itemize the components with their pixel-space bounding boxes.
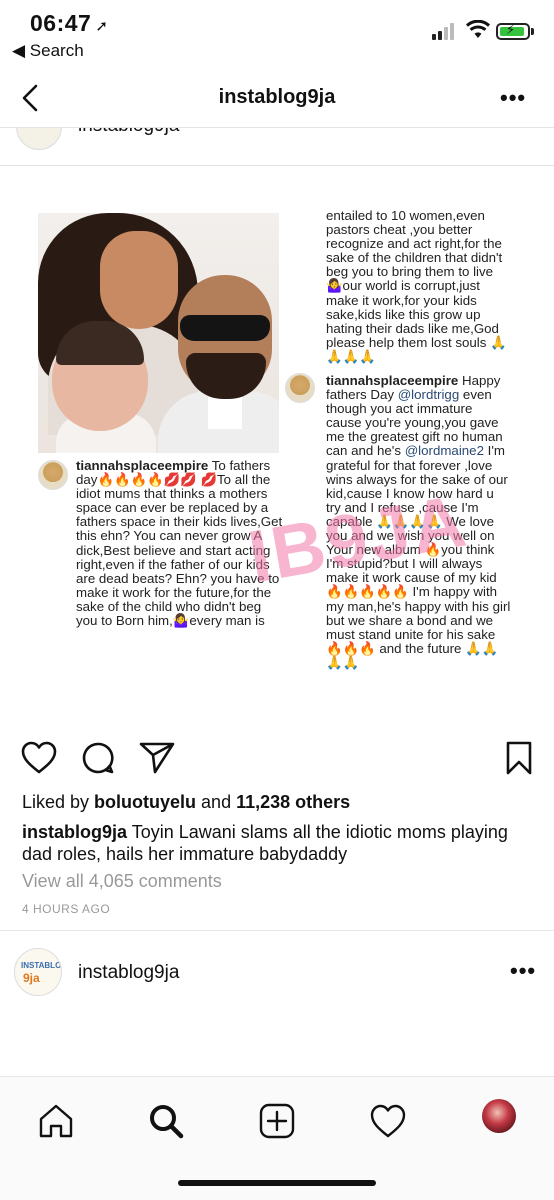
wifi-icon — [466, 20, 490, 38]
page-title: instablog9ja — [218, 86, 336, 108]
heart-icon[interactable] — [20, 740, 58, 776]
commenter-avatar — [285, 373, 315, 403]
likes-summary[interactable]: Liked by boluotuyelu and 11,238 others — [22, 792, 350, 813]
divider — [0, 930, 554, 931]
navigation-bar: instablog9ja ••• — [0, 70, 554, 128]
avatar[interactable] — [16, 128, 62, 150]
next-post-header: INSTABLOG 9ja instablog9ja ••• — [0, 948, 554, 1002]
signal-icon — [432, 22, 458, 40]
comment-icon[interactable] — [80, 740, 116, 776]
activity-heart-icon[interactable] — [368, 1101, 408, 1141]
post-username[interactable]: instablog9ja — [78, 128, 179, 137]
send-icon[interactable] — [138, 740, 176, 776]
post-image[interactable]: tiannahsplaceempire To fathers day🔥🔥🔥🔥💋💋… — [0, 166, 554, 716]
caption-username[interactable]: instablog9ja — [22, 822, 127, 842]
back-to-search-link[interactable]: ◀ Search — [12, 41, 84, 61]
home-icon[interactable] — [36, 1101, 76, 1141]
post-timestamp: 4 HOURS AGO — [22, 902, 111, 916]
commenter-avatar — [38, 460, 68, 490]
family-photo — [38, 213, 279, 453]
bookmark-icon[interactable] — [504, 740, 534, 776]
search-icon[interactable] — [146, 1101, 186, 1141]
post-caption: instablog9ja Toyin Lawani slams all the … — [22, 822, 508, 864]
post-actions — [0, 734, 554, 782]
clock: 06:47 ➚ — [30, 10, 109, 36]
view-comments-link[interactable]: View all 4,065 comments — [22, 871, 222, 892]
avatar[interactable]: INSTABLOG 9ja — [14, 948, 62, 996]
previous-post-header: instablog9ja — [0, 128, 554, 166]
profile-avatar[interactable] — [482, 1099, 516, 1133]
home-indicator[interactable] — [178, 1180, 376, 1186]
post-username[interactable]: instablog9ja — [78, 962, 179, 984]
add-post-icon[interactable] — [257, 1101, 297, 1141]
more-options-icon[interactable]: ••• — [510, 958, 536, 984]
more-options-icon[interactable]: ••• — [500, 85, 526, 111]
status-bar: 06:47 ➚ ◀ Search ⚡ — [0, 0, 554, 70]
location-arrow-icon: ➚ — [95, 18, 109, 35]
right-top-quote-text: entailed to 10 women,even pastors cheat … — [326, 208, 507, 364]
battery-icon: ⚡ — [496, 22, 530, 40]
